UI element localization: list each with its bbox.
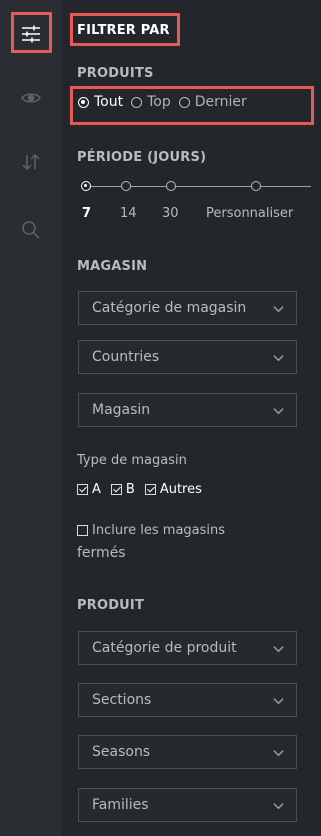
radio-top[interactable]: Top	[131, 94, 171, 110]
checkbox[interactable]	[144, 484, 156, 495]
include-closed-check[interactable]: Inclure les magasins	[77, 523, 225, 538]
store-select[interactable]: Magasin	[78, 393, 297, 427]
sort-icon[interactable]	[15, 146, 47, 178]
radio-tout[interactable]: Tout	[78, 94, 123, 110]
panel-title: FILTRER PAR	[77, 23, 170, 38]
chevron-down-icon	[273, 646, 284, 653]
store-label: MAGASIN	[77, 259, 148, 274]
radio-dernier[interactable]: Dernier	[178, 94, 247, 110]
check-a[interactable]: A	[77, 482, 101, 497]
check-label: B	[125, 482, 135, 497]
radio-dot	[78, 96, 89, 108]
store-category-select[interactable]: Catégorie de magasin	[78, 291, 297, 325]
select-value: Families	[92, 797, 149, 813]
period-tick-30[interactable]: 30	[162, 206, 179, 221]
select-value: Countries	[92, 349, 160, 365]
slider-knob-7[interactable]	[81, 181, 91, 191]
product-category-select[interactable]: Catégorie de produit	[78, 631, 297, 665]
check-label: Autres	[159, 482, 202, 497]
select-value: Sections	[92, 692, 152, 708]
slider-knob-30[interactable]	[166, 181, 176, 191]
checkbox[interactable]	[110, 484, 122, 495]
select-value: Seasons	[92, 744, 151, 760]
chevron-down-icon	[273, 698, 284, 705]
families-select[interactable]: Families	[78, 788, 297, 822]
radio-label: Dernier	[194, 94, 247, 110]
slider-knob-custom[interactable]	[251, 181, 261, 191]
chevron-down-icon	[273, 803, 284, 810]
seasons-select[interactable]: Seasons	[78, 735, 297, 769]
period-label: PÉRIODE (JOURS)	[77, 150, 207, 165]
filter-panel: FILTRER PAR PRODUITS Tout Top Dernier PÉ…	[62, 0, 321, 836]
period-tick-14[interactable]: 14	[120, 206, 137, 221]
store-type-checks: A B Autres	[77, 482, 202, 497]
slider-knob-14[interactable]	[121, 181, 131, 191]
chevron-down-icon	[273, 750, 284, 757]
products-radio-group: Tout Top Dernier	[78, 94, 247, 110]
sections-select[interactable]: Sections	[78, 683, 297, 717]
checkbox[interactable]	[77, 525, 88, 536]
include-closed-label-cont: fermés	[77, 545, 126, 561]
radio-label: Top	[147, 94, 171, 110]
slider-track	[86, 186, 311, 187]
filter-sliders-icon[interactable]	[15, 18, 47, 50]
check-label: Inclure les magasins	[92, 523, 226, 538]
store-type-label: Type de magasin	[77, 453, 187, 468]
products-label: PRODUITS	[77, 66, 154, 81]
radio-dot	[131, 96, 143, 108]
product-label: PRODUIT	[77, 598, 145, 613]
period-tick-custom[interactable]: Personnaliser	[206, 206, 293, 221]
sidebar-rail	[0, 0, 62, 836]
select-value: Catégorie de magasin	[92, 300, 247, 316]
countries-select[interactable]: Countries	[78, 340, 297, 374]
chevron-down-icon	[273, 306, 284, 313]
include-closed-row[interactable]: Inclure les magasins	[77, 523, 225, 538]
checkbox[interactable]	[77, 484, 88, 495]
eye-icon[interactable]	[15, 82, 47, 114]
chevron-down-icon	[273, 355, 284, 362]
period-tick-7[interactable]: 7	[82, 206, 91, 221]
search-icon[interactable]	[15, 214, 47, 246]
check-label: A	[92, 482, 101, 497]
chevron-down-icon	[273, 408, 284, 415]
check-b[interactable]: B	[110, 482, 135, 497]
period-slider[interactable]	[81, 181, 311, 193]
select-value: Magasin	[92, 402, 151, 418]
radio-dot	[178, 96, 190, 108]
radio-label: Tout	[94, 94, 124, 110]
select-value: Catégorie de produit	[92, 640, 237, 656]
check-autres[interactable]: Autres	[144, 482, 202, 497]
